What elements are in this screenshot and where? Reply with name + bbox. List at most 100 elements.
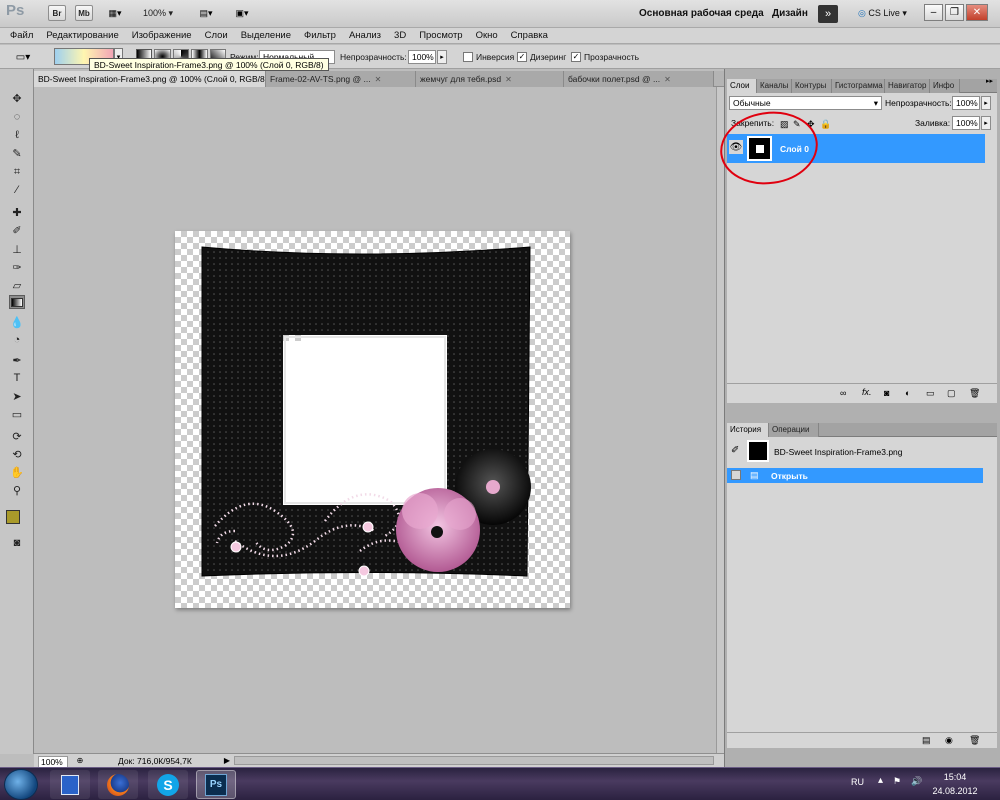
history-step-checkbox[interactable] [731, 470, 741, 480]
menu-help[interactable]: Справка [511, 30, 548, 41]
move-tool-icon[interactable]: ✥ [9, 91, 25, 105]
marquee-tool-icon[interactable]: ◌ [9, 110, 25, 124]
snapshot-name[interactable]: BD-Sweet Inspiration-Frame3.png [774, 447, 903, 457]
gradient-tool-icon[interactable] [9, 295, 25, 309]
menu-image[interactable]: Изображение [132, 30, 192, 41]
status-info-icon[interactable]: ⊕ [74, 755, 86, 766]
document-image[interactable] [175, 231, 570, 608]
lock-position-icon[interactable]: ✥ [807, 119, 815, 130]
trash-icon[interactable]: 🗑 [969, 388, 980, 399]
tab-channels[interactable]: Каналы [757, 79, 792, 93]
bridge-button[interactable]: Br [48, 5, 66, 21]
workspace-essentials[interactable]: Основная рабочая среда [639, 8, 764, 19]
tab-navigator[interactable]: Навигатор [885, 79, 930, 93]
fill-arrow-icon[interactable]: ▸ [981, 116, 991, 130]
doc-tab[interactable]: жемчуг для тебя.psd ✕ [416, 71, 564, 87]
tab-actions[interactable]: Операции [769, 423, 819, 437]
close-tab-icon[interactable]: ✕ [505, 75, 512, 84]
menu-view[interactable]: Просмотр [419, 30, 462, 41]
minimize-button[interactable]: – [924, 4, 943, 21]
eraser-tool-icon[interactable]: ▱ [9, 278, 25, 292]
transparency-checkbox[interactable]: ✓ [571, 52, 581, 62]
history-brush-source-icon[interactable]: ✐ [731, 445, 739, 456]
layer-opacity-arrow-icon[interactable]: ▸ [981, 96, 991, 110]
opacity-input[interactable]: 100% [408, 50, 436, 64]
layer-name[interactable]: Слой 0 [780, 144, 809, 154]
quick-select-tool-icon[interactable]: ✎ [9, 146, 25, 160]
quick-mask-icon[interactable]: ◙ [9, 536, 25, 550]
start-button[interactable] [4, 769, 38, 800]
cs-live-button[interactable]: ◎ CS Live ▾ [858, 8, 907, 19]
lock-all-icon[interactable]: 🔒 [820, 119, 831, 130]
restore-button[interactable]: ❐ [945, 4, 964, 21]
lock-pixels-icon[interactable]: ✎ [793, 119, 801, 130]
explorer-taskbar-icon[interactable] [50, 770, 90, 799]
clock-time[interactable]: 15:04 [935, 772, 975, 782]
panel-collapse-icon[interactable]: ▸▸ [986, 77, 997, 87]
tab-info[interactable]: Инфо [930, 79, 960, 93]
close-tab-icon[interactable]: ✕ [664, 75, 671, 84]
link-icon[interactable]: ∞ [840, 388, 846, 398]
3d-orbit-tool-icon[interactable]: ⟲ [9, 447, 25, 461]
menu-layers[interactable]: Слои [205, 30, 228, 41]
view-extras-icon[interactable]: ▦▾ [104, 7, 126, 19]
inverse-checkbox[interactable] [463, 52, 473, 62]
new-document-icon[interactable]: ▤ [922, 735, 931, 746]
volume-icon[interactable]: 🔊 [911, 776, 922, 787]
brush-tool-icon[interactable]: ✐ [9, 223, 25, 237]
mini-bridge-button[interactable]: Mb [75, 5, 93, 21]
menu-window[interactable]: Окно [476, 30, 498, 41]
menu-filter[interactable]: Фильтр [304, 30, 336, 41]
menu-select[interactable]: Выделение [241, 30, 291, 41]
tray-flag-icon[interactable]: ⚑ [893, 776, 901, 787]
visibility-eye-icon[interactable]: 👁 [729, 140, 743, 154]
mask-icon[interactable]: ◙ [884, 388, 889, 398]
layer-opacity-input[interactable]: 100% [952, 96, 980, 110]
shape-tool-icon[interactable]: ▭ [9, 407, 25, 421]
close-tab-icon[interactable]: ✕ [375, 75, 382, 84]
zoom-level-dropdown[interactable]: 100% ▾ [143, 8, 173, 19]
tab-histogram[interactable]: Гистограмма [832, 79, 885, 93]
new-layer-icon[interactable]: ▢ [947, 388, 956, 399]
tab-history[interactable]: История [727, 423, 769, 437]
close-button[interactable]: ✕ [966, 4, 988, 21]
foreground-color-swatch[interactable] [6, 510, 20, 524]
pen-tool-icon[interactable]: ✒ [9, 353, 25, 367]
tab-paths[interactable]: Контуры [792, 79, 832, 93]
blur-tool-icon[interactable]: 💧 [9, 315, 25, 329]
adjustment-icon[interactable]: ◐ [905, 388, 910, 398]
skype-taskbar-icon[interactable]: S [148, 770, 188, 799]
menu-3d[interactable]: 3D [394, 30, 406, 41]
hand-tool-icon[interactable]: ✋ [9, 465, 25, 479]
firefox-taskbar-icon[interactable] [98, 770, 138, 799]
clone-stamp-tool-icon[interactable]: ⊥ [9, 242, 25, 256]
language-indicator[interactable]: RU [851, 777, 864, 787]
eyedropper-tool-icon[interactable]: ⁄ [9, 183, 25, 197]
healing-brush-tool-icon[interactable]: ✚ [9, 205, 25, 219]
layer-row[interactable]: 👁 Слой 0 [727, 134, 985, 163]
status-arrow-icon[interactable]: ▶ [222, 755, 232, 766]
zoom-tool-icon[interactable]: ⚲ [9, 483, 25, 497]
clock-date[interactable]: 24.08.2012 [930, 786, 980, 796]
path-select-tool-icon[interactable]: ➤ [9, 389, 25, 403]
dither-checkbox[interactable]: ✓ [517, 52, 527, 62]
menu-edit[interactable]: Редактирование [46, 30, 118, 41]
doc-tab[interactable]: BD-Sweet Inspiration-Frame3.png @ 100% (… [34, 71, 266, 87]
lock-transparency-icon[interactable]: ▨ [780, 119, 789, 130]
lasso-tool-icon[interactable]: ℓ [9, 128, 25, 142]
history-step[interactable]: ▤ Открыть [727, 468, 983, 483]
history-trash-icon[interactable]: 🗑 [969, 735, 980, 746]
fill-input[interactable]: 100% [952, 116, 980, 130]
doc-tab[interactable]: Frame-02-AV-TS.png @ ... ✕ [266, 71, 416, 87]
opacity-arrow-icon[interactable]: ▸ [437, 50, 447, 64]
workspace-design[interactable]: Дизайн [772, 8, 808, 19]
arrange-documents-icon[interactable]: ▤▾ [195, 7, 217, 19]
dodge-tool-icon[interactable]: ◔ [9, 333, 25, 347]
tool-preset-icon[interactable]: ▭▾ [10, 50, 36, 64]
blend-mode-dropdown[interactable]: Обычные ▾ [729, 96, 882, 110]
doc-tab[interactable]: бабочки полет.psd @ ... ✕ [564, 71, 714, 87]
tab-layers[interactable]: Слои [727, 79, 757, 93]
tray-expand-icon[interactable]: ▴ [878, 775, 883, 786]
screen-mode-icon[interactable]: ▣▾ [231, 7, 253, 19]
menu-analysis[interactable]: Анализ [349, 30, 381, 41]
